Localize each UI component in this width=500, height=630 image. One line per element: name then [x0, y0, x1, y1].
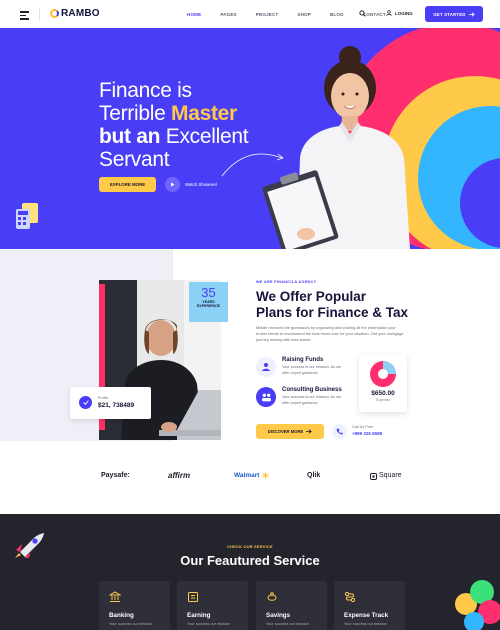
- user-icon: [386, 10, 392, 16]
- hamburger-icon[interactable]: [20, 11, 29, 20]
- wallet-icon: [188, 592, 198, 602]
- service-text: Your success our mission: [109, 622, 152, 626]
- feature-text: Your success is our mission. As we offer…: [282, 365, 341, 375]
- service-text: Your success our mission: [344, 622, 387, 626]
- brand-name: RAMBO: [61, 8, 100, 19]
- hero-title-line1: Finance is: [99, 79, 192, 102]
- brand-logo-square: Square: [379, 472, 402, 479]
- service-title: Earning: [187, 612, 211, 619]
- service-text: Your success our mission: [266, 622, 309, 626]
- service-text: Your success our mission: [187, 622, 230, 626]
- watch-showreel-label: Watch Showreel: [185, 182, 217, 187]
- feature-title: Raising Funds: [282, 357, 324, 363]
- get-started-button[interactable]: GET STARTED: [425, 6, 483, 22]
- login-label: LOGING: [395, 10, 413, 16]
- about-eyebrow: WE ARE FINANCILA AGENCY: [256, 280, 317, 284]
- hero-title-line4: Servant: [99, 148, 170, 171]
- hero-title-line2a: Terrible: [99, 102, 171, 125]
- services-section: CHECK OUR SERVICE Our Feautured Service …: [0, 514, 500, 630]
- hero-heading: Finance is Terrible Master but an Excell…: [99, 79, 249, 171]
- hero-title-highlight: Master: [171, 102, 237, 125]
- experience-number: 35: [201, 285, 216, 300]
- discover-more-button[interactable]: DISCOVER MORE: [256, 424, 324, 439]
- brand-logo-walmart: Walmart: [234, 472, 260, 479]
- about-description: Middle removes the guesswork by organizi…: [256, 325, 404, 342]
- brand-logo[interactable]: RAMBO: [50, 8, 100, 19]
- watch-showreel-button[interactable]: Watch Showreel: [165, 177, 217, 192]
- about-title-line2: Plans for Finance & Tax: [256, 305, 409, 320]
- funds-icon: [256, 357, 276, 377]
- service-card-earning[interactable]: Earning Your success our mission: [177, 581, 248, 630]
- service-card-expense-track[interactable]: Expense Track Your success our mission: [334, 581, 405, 630]
- profit-label: Profits: [98, 396, 109, 400]
- experience-label-experience: EXPERIENCE: [196, 304, 221, 309]
- expenses-label: Expenses: [376, 398, 390, 402]
- main-menu: HOME PAGES PROJECT SHOP BLOG CONTACT: [187, 12, 405, 17]
- brand-logo-paysafe: Paysafe:: [101, 472, 130, 479]
- walmart-spark-icon: [262, 472, 269, 479]
- brand-logos-strip: Paysafe: affirm Walmart Qlik Square: [0, 441, 500, 514]
- logo-mark-icon: [50, 9, 59, 18]
- nav-divider: [39, 8, 40, 20]
- brand-logo-qlik: Qlik: [307, 472, 321, 479]
- services-heading: Our Feautured Service: [180, 553, 320, 568]
- track-icon: [344, 591, 356, 603]
- service-card-savings[interactable]: Savings Your success our mission: [256, 581, 327, 630]
- service-card-banking[interactable]: Banking Your success our mission: [99, 581, 170, 630]
- call-label: Call Us Free: [352, 425, 374, 429]
- nav-link-project[interactable]: PROJECT: [256, 12, 279, 17]
- brand-logo-affirm: affirm: [168, 471, 191, 480]
- discover-more-label: DISCOVER MORE: [267, 429, 304, 434]
- login-link[interactable]: LOGING: [386, 10, 413, 16]
- feature-text: Your success is our mission. As we offer…: [282, 395, 341, 405]
- phone-icon[interactable]: [332, 424, 347, 439]
- hero-woman-image: [262, 46, 410, 249]
- expenses-value: $650.00: [371, 390, 395, 397]
- nav-link-contact[interactable]: CONTACT: [363, 12, 386, 17]
- call-number[interactable]: +899 325 6589: [352, 431, 382, 436]
- hero-title-line3a: but an: [99, 125, 161, 148]
- hero-section: Finance is Terrible Master but an Excell…: [0, 28, 500, 249]
- calculator-icon: [16, 203, 38, 229]
- experience-badge: 35 YEARS EXPERIENCE: [189, 282, 228, 322]
- play-icon: [165, 177, 180, 192]
- hero-title-line3b: Excellent: [160, 125, 249, 148]
- service-title: Banking: [109, 612, 134, 619]
- about-title-line1: We Offer Popular: [256, 289, 367, 304]
- expenses-card: $650.00 Expenses: [359, 354, 407, 412]
- get-started-label: GET STARTED: [433, 11, 466, 17]
- feature-consulting-business: Consulting Business Your success is our …: [256, 387, 344, 407]
- nav-link-home[interactable]: HOME: [187, 12, 201, 17]
- arrow-right-icon: [306, 429, 313, 434]
- service-title: Expense Track: [344, 612, 389, 619]
- nav-link-pages[interactable]: PAGES: [220, 12, 236, 17]
- nav-link-shop[interactable]: SHOP: [297, 12, 311, 17]
- profit-value: $21, 738489: [98, 402, 135, 409]
- savings-icon: [267, 592, 277, 601]
- profit-card: Profits $21, 738489: [70, 387, 151, 419]
- square-logo-icon: [370, 473, 377, 480]
- feature-title: Consulting Business: [282, 387, 342, 393]
- bank-icon: [109, 591, 121, 602]
- nav-link-blog[interactable]: BLOG: [330, 12, 344, 17]
- services-eyebrow: CHECK OUR SERVICE: [227, 545, 273, 549]
- arrow-right-icon: [468, 11, 475, 17]
- decor-balloons: [455, 580, 500, 630]
- about-heading: We Offer Popular Plans for Finance & Tax: [256, 289, 436, 321]
- top-navbar: RAMBO HOME PAGES PROJECT SHOP BLOG CONTA…: [0, 0, 500, 28]
- consulting-icon: [256, 387, 276, 407]
- service-title: Savings: [266, 612, 291, 619]
- check-icon: [79, 396, 92, 409]
- search-icon[interactable]: [359, 10, 366, 17]
- explore-more-button[interactable]: EXPLORE MORE: [99, 177, 156, 192]
- feature-raising-funds: Raising Funds Your success is our missio…: [256, 357, 344, 377]
- pie-chart-icon: [370, 361, 396, 387]
